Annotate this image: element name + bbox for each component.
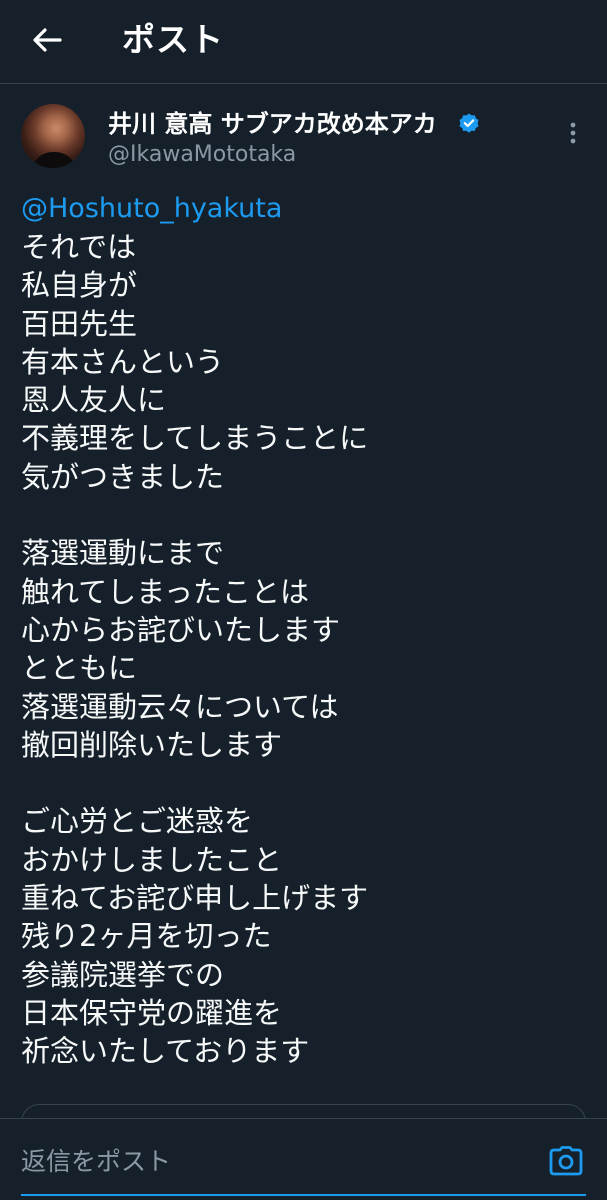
verified-badge-icon xyxy=(459,113,479,133)
camera-icon xyxy=(549,1146,583,1176)
avatar[interactable] xyxy=(21,104,85,168)
author-display-name[interactable]: 井川 意高 サブアカ改め本アカ xyxy=(108,108,437,140)
avatar-shirt xyxy=(31,152,77,168)
reply-mention-link[interactable]: @Hoshuto_hyakuta xyxy=(21,190,282,228)
page-title: ポスト xyxy=(122,20,224,59)
author-handle[interactable]: @IkawaMototaka xyxy=(108,140,296,170)
reply-input[interactable] xyxy=(21,1141,521,1181)
more-vertical-icon xyxy=(570,122,576,144)
camera-button[interactable] xyxy=(546,1141,586,1181)
arrow-left-icon xyxy=(33,28,62,52)
more-options-button[interactable] xyxy=(556,116,590,150)
back-button[interactable] xyxy=(22,18,72,62)
reply-input-underline xyxy=(21,1194,586,1196)
top-app-bar: ポスト xyxy=(0,0,607,84)
post-body-text: それでは 私自身が 百田先生 有本さんという 恩人友人に 不義理をしてしまうこと… xyxy=(21,230,369,1069)
